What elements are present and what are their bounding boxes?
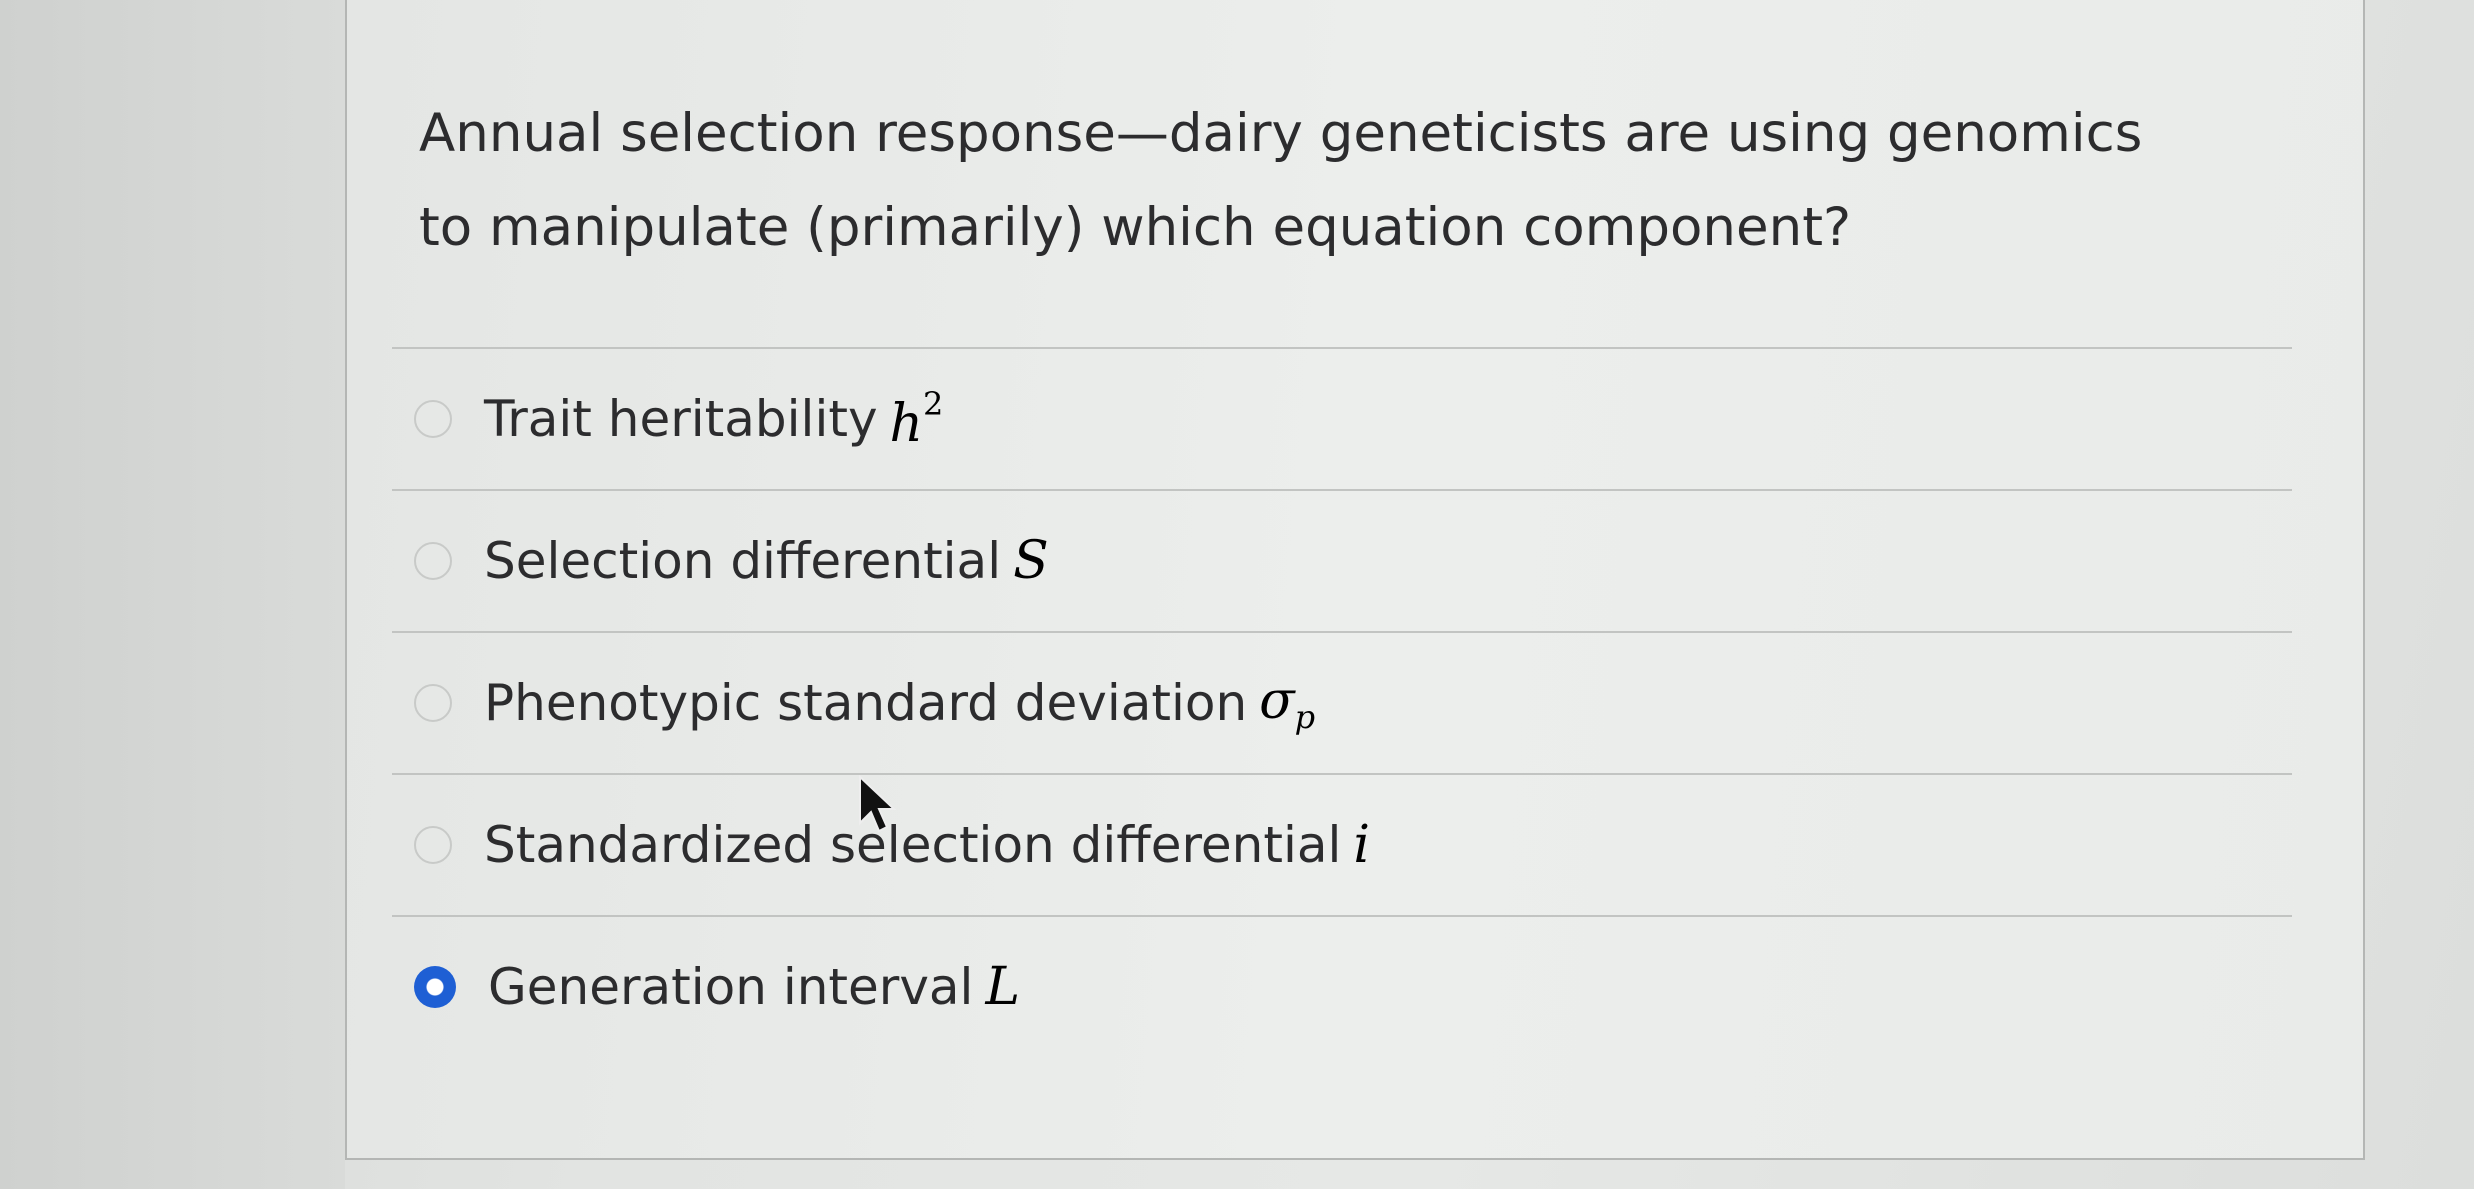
- option-symbol: h2: [889, 384, 944, 454]
- option-label: Selection differential: [484, 532, 1002, 590]
- radio-checked-icon[interactable]: [414, 966, 456, 1008]
- question-line-1: Annual selection response—dairy genetici…: [419, 103, 2143, 164]
- question-line-2: to manipulate (primarily) which equation…: [419, 197, 1852, 258]
- radio-unchecked-icon[interactable]: [414, 826, 452, 864]
- option-label: Trait heritability: [484, 390, 878, 448]
- option-standardized-differential[interactable]: Standardized selection differential i: [392, 775, 2292, 915]
- answer-options: Trait heritability h2 Selection differen…: [392, 347, 2292, 1057]
- question-card: Annual selection response—dairy genetici…: [345, 0, 2365, 1160]
- option-label: Phenotypic standard deviation: [484, 674, 1248, 732]
- question-text: Annual selection response—dairy genetici…: [419, 87, 2299, 275]
- option-symbol: S: [1013, 531, 1049, 591]
- option-generation-interval[interactable]: Generation interval L: [392, 917, 2292, 1057]
- option-symbol: σp: [1259, 670, 1316, 736]
- mouse-pointer-icon: [859, 775, 897, 833]
- radio-unchecked-icon[interactable]: [414, 400, 452, 438]
- option-symbol: i: [1353, 815, 1371, 875]
- radio-unchecked-icon[interactable]: [414, 542, 452, 580]
- screen-background: [0, 0, 345, 1189]
- option-label: Standardized selection differential: [484, 816, 1342, 874]
- radio-unchecked-icon[interactable]: [414, 684, 452, 722]
- option-label: Generation interval: [488, 958, 974, 1016]
- option-phenotypic-sd[interactable]: Phenotypic standard deviation σp: [392, 633, 2292, 773]
- option-selection-differential[interactable]: Selection differential S: [392, 491, 2292, 631]
- option-trait-heritability[interactable]: Trait heritability h2: [392, 349, 2292, 489]
- option-symbol: L: [985, 957, 1020, 1017]
